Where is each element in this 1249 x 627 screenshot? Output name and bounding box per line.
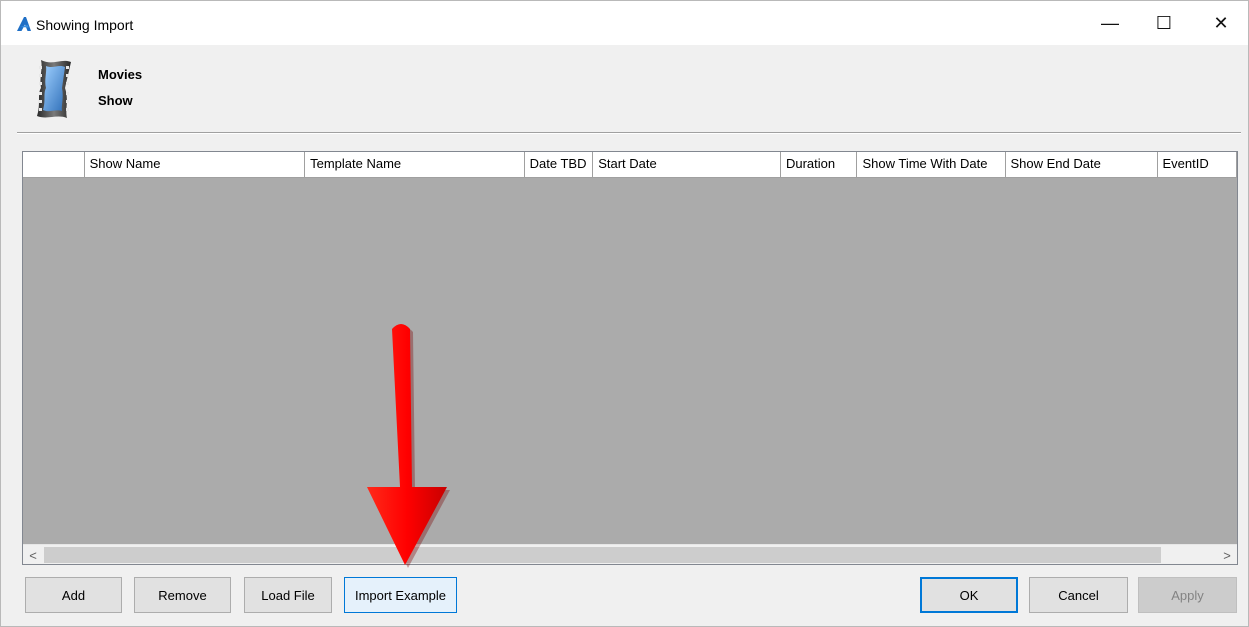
header-title: Movies: [98, 67, 143, 82]
import-example-button[interactable]: Import Example: [344, 577, 457, 613]
minimize-icon: —: [1101, 12, 1119, 33]
dialog-header: Movies Show: [1, 45, 1248, 137]
remove-button[interactable]: Remove: [134, 577, 231, 613]
maximize-icon: ☐: [1155, 12, 1173, 33]
app-logo-icon: [17, 17, 31, 31]
grid-header-row: Show Name Template Name Date TBD Start D…: [23, 152, 1237, 178]
column-header-template-name[interactable]: Template Name: [305, 152, 525, 178]
header-divider: [17, 132, 1241, 134]
column-header-show-time-with-date[interactable]: Show Time With Date: [857, 152, 1006, 178]
column-header-duration[interactable]: Duration: [781, 152, 858, 178]
ok-button[interactable]: OK: [920, 577, 1018, 613]
column-header-show-end-date[interactable]: Show End Date: [1006, 152, 1158, 178]
column-header-row-selector[interactable]: [23, 152, 85, 178]
close-icon: ✕: [1213, 12, 1229, 33]
add-button[interactable]: Add: [25, 577, 122, 613]
load-file-button[interactable]: Load File: [244, 577, 332, 613]
apply-button: Apply: [1138, 577, 1237, 613]
showing-import-window: Showing Import — ☐ ✕ Movies Show Show Na…: [0, 0, 1249, 627]
column-header-date-tbd[interactable]: Date TBD: [525, 152, 594, 178]
cancel-button[interactable]: Cancel: [1029, 577, 1128, 613]
header-subtitle: Show: [98, 93, 133, 108]
column-header-show-name[interactable]: Show Name: [85, 152, 306, 178]
maximize-button[interactable]: ☐: [1141, 1, 1187, 45]
scrollbar-thumb[interactable]: [44, 547, 1161, 563]
close-button[interactable]: ✕: [1198, 1, 1244, 45]
horizontal-scrollbar[interactable]: < >: [23, 544, 1237, 564]
film-strip-icon: [37, 60, 71, 118]
column-header-start-date[interactable]: Start Date: [593, 152, 781, 178]
minimize-button[interactable]: —: [1087, 1, 1133, 45]
title-bar: Showing Import — ☐ ✕: [1, 1, 1248, 45]
scroll-right-icon[interactable]: >: [1217, 545, 1237, 564]
scroll-left-icon[interactable]: <: [23, 545, 43, 564]
red-arrow-annotation-icon: [367, 324, 450, 568]
window-title: Showing Import: [36, 17, 134, 33]
show-import-grid[interactable]: Show Name Template Name Date TBD Start D…: [22, 151, 1238, 565]
column-header-event-id[interactable]: EventID: [1158, 152, 1237, 178]
